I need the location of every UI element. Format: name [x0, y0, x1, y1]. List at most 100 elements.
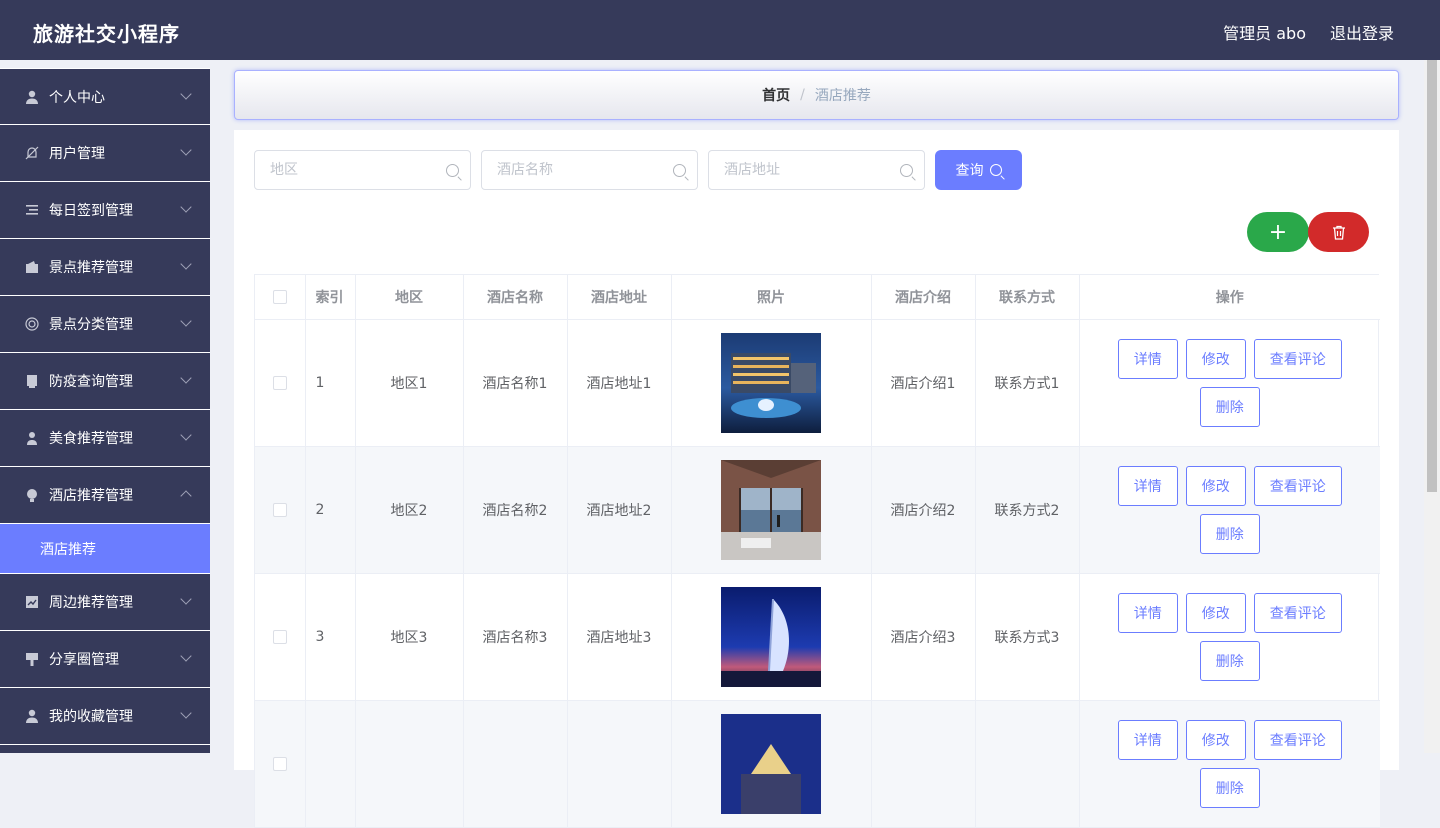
query-button[interactable]: 查询: [935, 150, 1022, 190]
view-reviews-button[interactable]: 查看评论: [1253, 719, 1342, 760]
chevron-down-icon: [180, 315, 192, 327]
sidebar-item-food-recommend[interactable]: 美食推荐管理: [0, 410, 210, 467]
row-checkbox[interactable]: [272, 629, 287, 644]
header-select-all[interactable]: [255, 275, 306, 320]
row-region: [355, 700, 464, 828]
sidebar-item-my-favorites[interactable]: 我的收藏管理: [0, 688, 210, 745]
select-all-checkbox[interactable]: [272, 289, 287, 304]
chevron-down-icon: [180, 429, 192, 441]
document-icon: [24, 373, 40, 389]
chevron-down-icon: [180, 650, 192, 662]
edit-button[interactable]: 修改: [1185, 592, 1246, 633]
row-hotel-intro: 酒店介绍1: [871, 319, 976, 447]
chevron-down-icon: [180, 258, 192, 270]
row-hotel-name: 酒店名称3: [463, 573, 568, 701]
detail-button[interactable]: 详情: [1117, 465, 1178, 506]
sidebar-item-nearby-recommend[interactable]: 周边推荐管理: [0, 574, 210, 631]
row-contact: 联系方式1: [975, 319, 1080, 447]
detail-button[interactable]: 详情: [1117, 719, 1178, 760]
sidebar-item-hotel-recommend[interactable]: 酒店推荐管理: [0, 467, 210, 524]
row-actions: 详情 修改 查看评论 删除: [1110, 465, 1350, 554]
row-checkbox[interactable]: [272, 756, 287, 771]
user-solid-icon: [24, 708, 40, 724]
sidebar-item-label: 防疫查询管理: [49, 374, 133, 390]
hotel-address-search-field[interactable]: [708, 150, 925, 190]
edit-button[interactable]: 修改: [1185, 465, 1246, 506]
search-icon: [900, 164, 913, 177]
page-scrollbar-thumb[interactable]: [1427, 60, 1437, 492]
delete-button[interactable]: 删除: [1199, 386, 1260, 427]
sidebar: 个人中心 用户管理 每日签到管理 景点推荐管理 景点分类管理 防疫查询管理 美食…: [0, 68, 210, 753]
region-search-field[interactable]: [254, 150, 471, 190]
top-right-actions: 管理员 abo 退出登录: [1223, 20, 1394, 44]
row-hotel-address: 酒店地址2: [567, 446, 672, 574]
hotel-name-search-field[interactable]: [481, 150, 698, 190]
row-hotel-intro: 酒店介绍3: [871, 573, 976, 701]
view-reviews-button[interactable]: 查看评论: [1253, 338, 1342, 379]
table-row: 3 地区3 酒店名称3 酒店地址3 酒店介绍3 联系方式3 详情 修改 查看评论…: [255, 573, 1380, 701]
view-reviews-button[interactable]: 查看评论: [1253, 592, 1342, 633]
batch-delete-button[interactable]: [1308, 212, 1369, 252]
logout-button[interactable]: 退出登录: [1330, 20, 1394, 44]
hotel-photo: [721, 586, 821, 687]
row-contact: 联系方式3: [975, 573, 1080, 701]
hotel-table: 索引 地区 酒店名称 酒店地址 照片 酒店介绍 联系方式 操作 1 地区1 酒店…: [254, 274, 1380, 828]
admin-user-label[interactable]: 管理员 abo: [1223, 20, 1306, 44]
region-search-input[interactable]: [255, 151, 435, 189]
sidebar-item-share-circle[interactable]: 分享圈管理: [0, 631, 210, 688]
edit-button[interactable]: 修改: [1185, 719, 1246, 760]
add-button[interactable]: +: [1247, 212, 1309, 252]
delete-button[interactable]: 删除: [1199, 767, 1260, 808]
row-hotel-intro: [871, 700, 976, 828]
wallet-icon: [24, 259, 40, 275]
sidebar-item-label: 周边推荐管理: [49, 595, 133, 611]
sidebar-item-user-management[interactable]: 用户管理: [0, 125, 210, 182]
row-hotel-name: 酒店名称2: [463, 446, 568, 574]
row-region: 地区1: [355, 319, 464, 447]
sidebar-item-label: 每日签到管理: [49, 203, 133, 219]
row-index: [305, 700, 356, 828]
row-index: 1: [305, 319, 356, 447]
row-checkbox[interactable]: [272, 375, 287, 390]
person-icon: [24, 430, 40, 446]
delete-button[interactable]: 删除: [1199, 513, 1260, 554]
detail-button[interactable]: 详情: [1117, 592, 1178, 633]
breadcrumb-home[interactable]: 首页: [762, 85, 790, 105]
sidebar-item-label: 用户管理: [49, 146, 105, 162]
sidebar-item-label: 分享圈管理: [49, 652, 119, 668]
detail-button[interactable]: 详情: [1117, 338, 1178, 379]
pillar-icon: [24, 651, 40, 667]
view-reviews-button[interactable]: 查看评论: [1253, 465, 1342, 506]
query-button-label: 查询: [955, 163, 984, 179]
header-hotel-intro: 酒店介绍: [871, 275, 976, 320]
search-icon: [446, 164, 459, 177]
row-region: 地区2: [355, 446, 464, 574]
edit-button[interactable]: 修改: [1185, 338, 1246, 379]
row-actions: 详情 修改 查看评论 删除: [1110, 719, 1350, 808]
breadcrumb-current: 酒店推荐: [814, 88, 871, 104]
row-checkbox[interactable]: [272, 502, 287, 517]
row-contact: 联系方式2: [975, 446, 1080, 574]
sidebar-subitem-hotel-recommend[interactable]: 酒店推荐: [0, 524, 210, 574]
table-row: 详情 修改 查看评论 删除: [255, 700, 1380, 828]
hotel-name-search-input[interactable]: [482, 151, 662, 189]
sidebar-item-personal-center[interactable]: 个人中心: [0, 68, 210, 125]
sidebar-item-label: 景点分类管理: [49, 317, 133, 333]
chevron-down-icon: [180, 144, 192, 156]
hotel-photo: [721, 713, 821, 814]
sidebar-item-attraction-recommend[interactable]: 景点推荐管理: [0, 239, 210, 296]
header-actions: 操作: [1079, 275, 1380, 320]
chevron-down-icon: [180, 88, 192, 100]
header-hotel-name: 酒店名称: [463, 275, 568, 320]
header-region: 地区: [355, 275, 464, 320]
sidebar-item-label: 个人中心: [49, 89, 105, 106]
header-index: 索引: [305, 275, 356, 320]
hotel-address-search-input[interactable]: [709, 151, 889, 189]
sidebar-item-daily-checkin[interactable]: 每日签到管理: [0, 182, 210, 239]
sidebar-item-attraction-category[interactable]: 景点分类管理: [0, 296, 210, 353]
delete-button[interactable]: 删除: [1199, 640, 1260, 681]
search-icon: [673, 164, 686, 177]
sidebar-item-epidemic-query[interactable]: 防疫查询管理: [0, 353, 210, 410]
chevron-down-icon: [180, 372, 192, 384]
breadcrumb: 首页 / 酒店推荐: [234, 70, 1399, 120]
